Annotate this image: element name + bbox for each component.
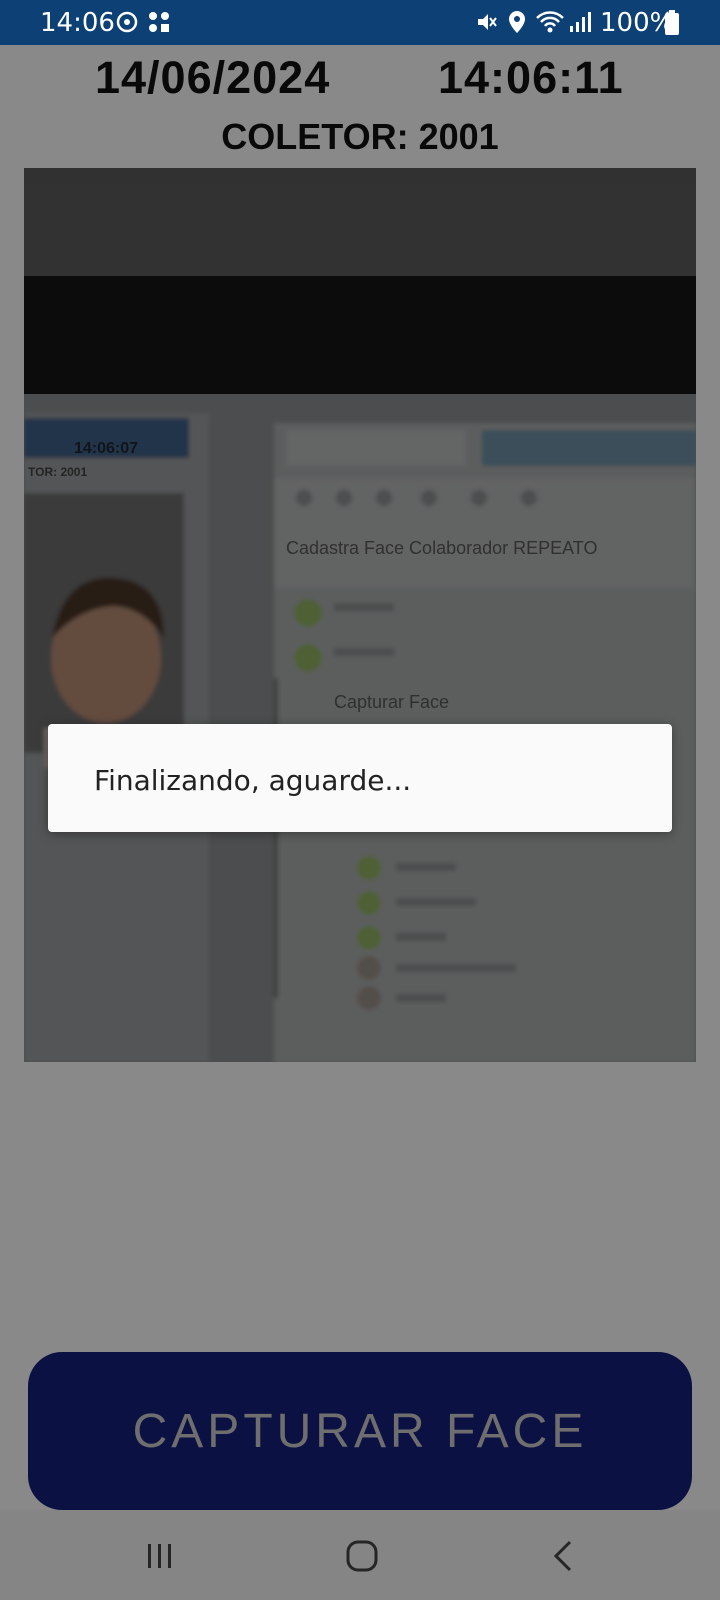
status-time: 14:06 — [40, 8, 115, 38]
wifi-icon — [536, 11, 564, 33]
apps-icon — [149, 12, 169, 32]
battery-icon — [665, 10, 679, 35]
sync-icon — [116, 11, 138, 33]
location-icon — [509, 11, 525, 33]
progress-dialog: Finalizando, aguarde... — [48, 724, 672, 832]
dialog-message: Finalizando, aguarde... — [94, 764, 412, 797]
signal-icon — [570, 12, 591, 32]
mute-icon — [478, 14, 497, 30]
status-bar: 14:06 100% — [0, 0, 720, 45]
